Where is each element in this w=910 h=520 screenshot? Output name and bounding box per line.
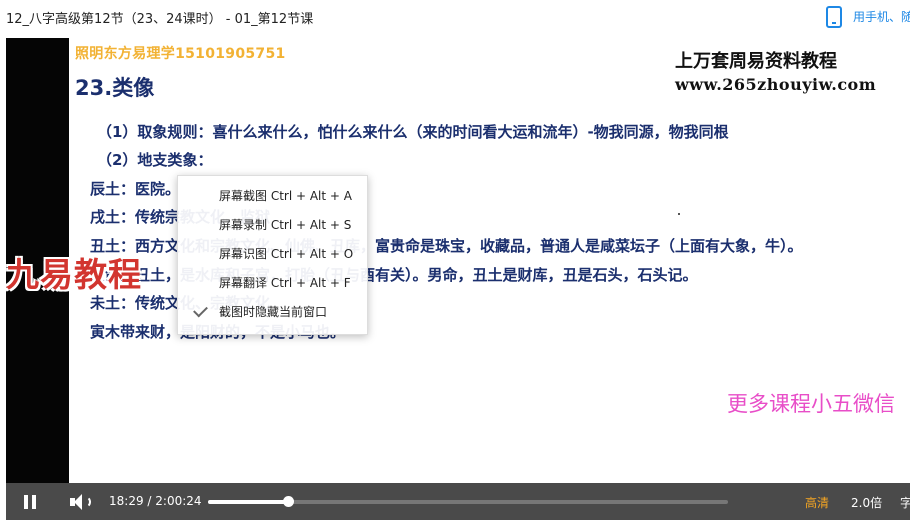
watermark-logo: 九易教程 — [6, 255, 142, 294]
context-menu: 屏幕截图 Ctrl + Alt + A 屏幕录制 Ctrl + Alt + S … — [177, 175, 368, 335]
menu-item-hide-window[interactable]: 截图时隐藏当前窗口 — [178, 298, 367, 327]
site-title: 上万套周易资料教程 — [675, 51, 837, 72]
menu-item-label: 屏幕截图 Ctrl + Alt + A — [219, 189, 352, 203]
slide-heading: 23.类像 — [75, 76, 155, 100]
branch-line: （2）地支类象： — [97, 151, 213, 169]
phone-link[interactable]: 用手机、随 — [853, 8, 910, 25]
quality-button[interactable]: 高清 — [805, 494, 829, 511]
control-bar: 18:29 / 2:00:24 高清 2.0倍 字 — [6, 483, 910, 520]
time-separator: / — [147, 494, 152, 508]
phone-icon[interactable] — [826, 6, 842, 28]
menu-item-label: 截图时隐藏当前窗口 — [219, 305, 328, 319]
progress-played — [208, 500, 289, 504]
speck — [678, 213, 680, 215]
time-display: 18:29 / 2:00:24 — [109, 494, 202, 508]
rule-line: （1）取象规则：喜什么来什么，怕什么来什么（来的时间看大运和流年）-物我同源，物… — [97, 123, 729, 141]
total-time: 2:00:24 — [155, 494, 202, 508]
window-title: 12_八字高级第12节（23、24课时） - 01_第12节课 — [6, 12, 314, 27]
speed-button[interactable]: 2.0倍 — [851, 494, 882, 511]
progress-bar[interactable] — [208, 496, 728, 507]
progress-handle[interactable] — [283, 496, 295, 507]
checkmark-icon — [193, 302, 208, 318]
menu-item-label: 屏幕录制 Ctrl + Alt + S — [219, 218, 352, 232]
title-bar: 12_八字高级第12节（23、24课时） - 01_第12节课 用手机、随 — [0, 0, 910, 38]
slide-line: 辰土：医院。 — [90, 180, 181, 198]
menu-item-translate[interactable]: 屏幕翻译 Ctrl + Alt + F — [178, 269, 367, 298]
current-time: 18:29 — [109, 494, 144, 508]
subtitle-button[interactable]: 字 — [900, 494, 910, 511]
menu-item-image-recognition[interactable]: 屏幕识图 Ctrl + Alt + O — [178, 240, 367, 269]
volume-icon[interactable] — [70, 493, 92, 511]
promo-text: 更多课程小五微信 — [727, 392, 895, 416]
menu-item-label: 屏幕识图 Ctrl + Alt + O — [219, 247, 354, 261]
menu-item-label: 屏幕翻译 Ctrl + Alt + F — [219, 276, 351, 290]
menu-item-record[interactable]: 屏幕录制 Ctrl + Alt + S — [178, 211, 367, 240]
pause-button[interactable] — [24, 495, 38, 509]
site-url: www.265zhouyiw.com — [675, 75, 877, 94]
slide-phone-line: 照明东方易理学15101905751 — [75, 46, 286, 62]
menu-item-screenshot[interactable]: 屏幕截图 Ctrl + Alt + A — [178, 182, 367, 211]
